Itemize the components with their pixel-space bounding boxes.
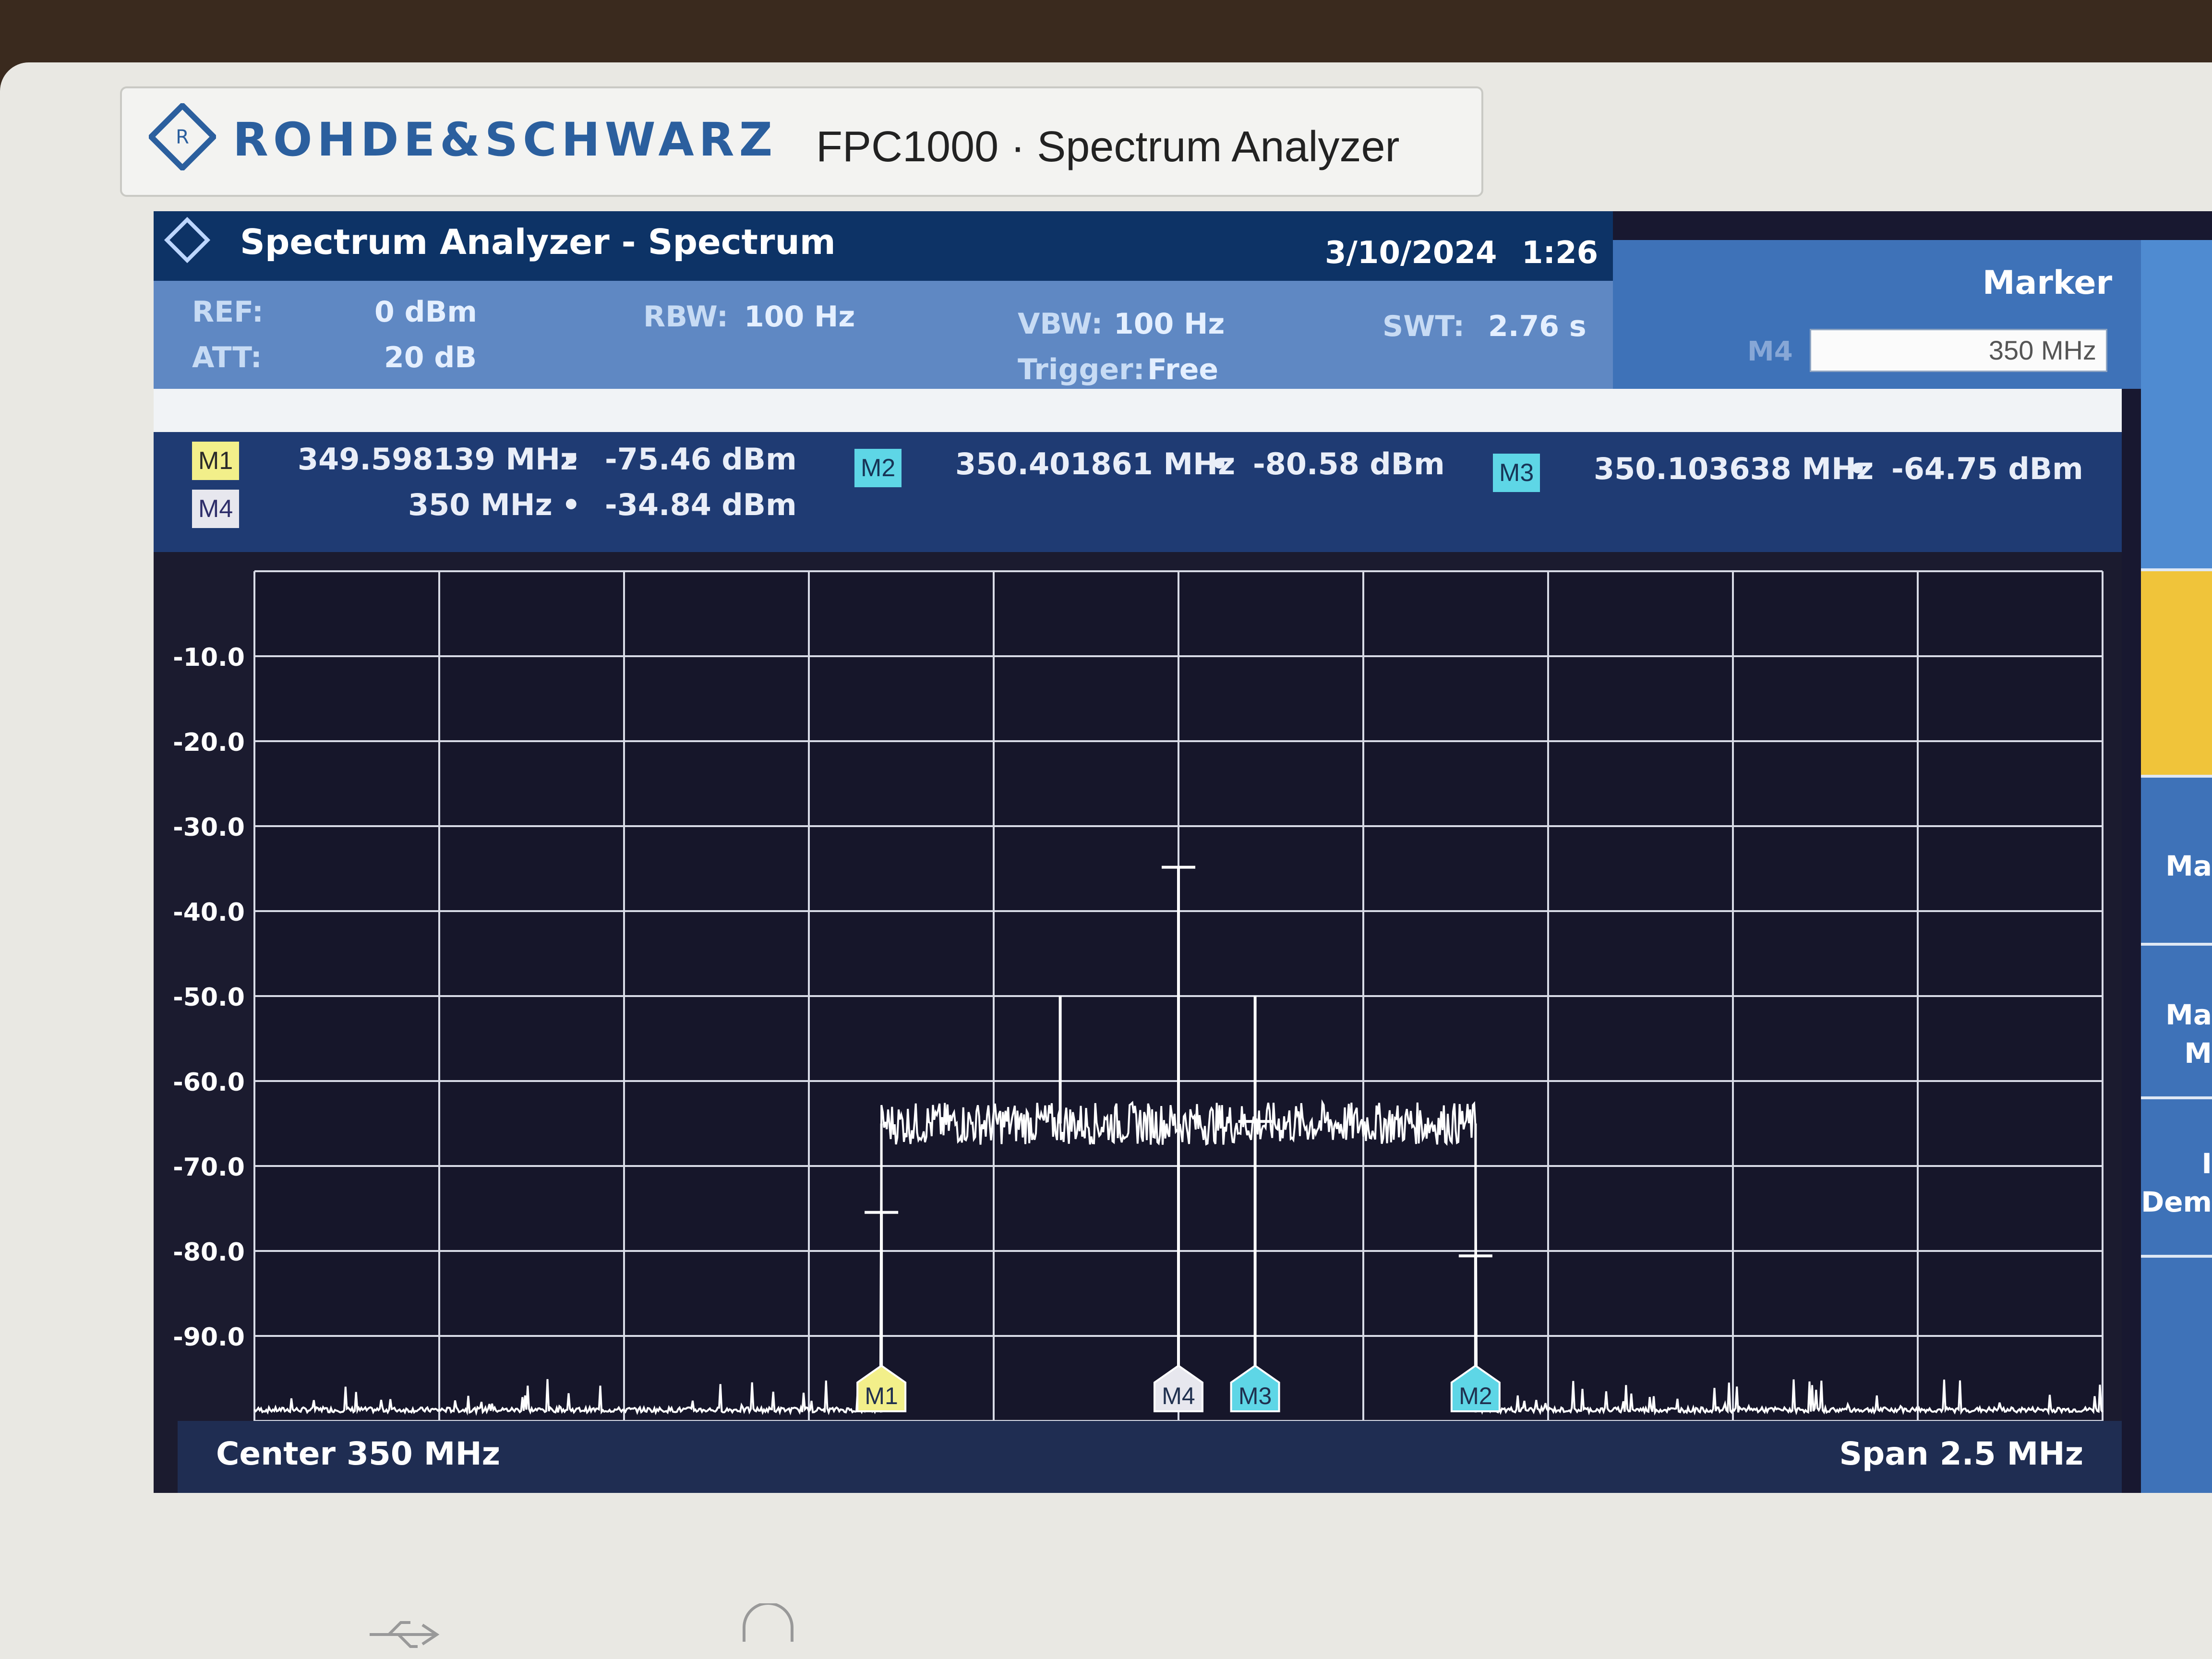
marker-table-m2-tag[interactable]: M2: [854, 449, 902, 487]
ref-label: REF:: [192, 295, 264, 329]
marker-table-m2-sep: •: [1210, 446, 1229, 481]
softkey-2[interactable]: [2141, 571, 2212, 778]
softkey-4-label-a: Ma: [2165, 998, 2212, 1031]
y-tick-label: -40.0: [173, 898, 245, 927]
app-title: Spectrum Analyzer - Spectrum: [240, 222, 836, 262]
time-display: 1:26: [1522, 235, 1599, 271]
y-tick-label: -70.0: [173, 1153, 245, 1182]
marker-table-m4-tag[interactable]: M4: [192, 490, 240, 528]
title-bar: Spectrum Analyzer - Spectrum 3/10/2024 1…: [154, 211, 1613, 281]
usb-icon: [370, 1621, 440, 1648]
marker-flag-label-m1: M1: [865, 1382, 898, 1409]
y-tick-label: -60.0: [173, 1068, 245, 1097]
marker-table: M1 349.598139 MHz • -75.46 dBm M2 350.40…: [154, 432, 2122, 552]
y-tick-label: -20.0: [173, 728, 245, 757]
marker-table-m1-level: -75.46 dBm: [605, 442, 797, 477]
y-tick-label: -30.0: [173, 813, 245, 842]
att-label: ATT:: [192, 341, 262, 374]
marker-flag-label-m3: M3: [1238, 1382, 1272, 1409]
app-logo-icon: [164, 216, 211, 264]
softkey-1[interactable]: [2141, 240, 2212, 571]
marker-table-m1-sep: •: [562, 442, 581, 477]
swt-label: SWT:: [1382, 310, 1465, 343]
softkey-6[interactable]: [2141, 1258, 2212, 1493]
marker-table-m2-freq: 350.401861 MHz: [955, 446, 1236, 481]
marker-table-m4-level: -34.84 dBm: [605, 487, 797, 522]
rbw-label: RBW:: [643, 300, 728, 334]
spectrum-plot-area[interactable]: -10.0 -20.0 -30.0 -40.0 -50.0 -60.0 -70.0 -80.0…: [154, 552, 2122, 1493]
softkey-5-label-a: I: [2201, 1147, 2212, 1180]
brand-name: ROHDE&SCHWARZ: [233, 113, 778, 167]
softkey-4[interactable]: Ma M: [2141, 946, 2212, 1099]
headphone-icon: [743, 1603, 793, 1642]
marker-table-m3-level: -64.75 dBm: [1891, 451, 2083, 486]
vbw-value: 100 Hz: [1114, 307, 1225, 341]
softkey-3[interactable]: Ma: [2141, 778, 2212, 946]
marker-table-m4-sep: •: [562, 487, 581, 522]
att-value: 20 dB: [384, 341, 477, 374]
trigger-label: Trigger:: [1018, 353, 1145, 386]
swt-value: 2.76 s: [1488, 310, 1587, 343]
model-name: FPC1000 · Spectrum Analyzer: [816, 123, 1400, 171]
center-frequency[interactable]: Center 350 MHz: [216, 1435, 500, 1472]
marker-table-m3-freq: 350.103638 MHz: [1594, 451, 1874, 486]
vbw-label: VBW:: [1018, 307, 1103, 341]
y-tick-label: -50.0: [173, 983, 245, 1012]
frequency-span[interactable]: Span 2.5 MHz: [1839, 1435, 2083, 1472]
marker-field-label: M4: [1747, 336, 1793, 367]
marker-table-m2-level: -80.58 dBm: [1253, 446, 1445, 481]
softkey-4-label-b: M: [2184, 1037, 2212, 1070]
softkey-bar: Ma Ma M I Dem: [2141, 240, 2212, 1493]
softkey-5-label-b: Dem: [2141, 1186, 2212, 1218]
marker-flag-label-m2: M2: [1459, 1382, 1492, 1409]
date-display: 3/10/2024: [1325, 235, 1497, 271]
status-strip: [154, 389, 2122, 432]
marker-flag-label-m4: M4: [1162, 1382, 1195, 1409]
marker-table-m1-freq: 349.598139 MHz: [298, 442, 578, 477]
y-tick-label: -10.0: [173, 643, 245, 672]
svg-text:R: R: [176, 126, 189, 148]
marker-table-m3-tag[interactable]: M3: [1493, 454, 1540, 492]
trigger-value: Free: [1147, 353, 1219, 386]
softkey-5[interactable]: I Dem: [2141, 1099, 2212, 1258]
rbw-value: 100 Hz: [744, 300, 855, 334]
y-tick-label: -90.0: [173, 1323, 245, 1352]
marker-table-m4-freq: 350 MHz: [408, 487, 553, 522]
frequency-footer: Center 350 MHz Span 2.5 MHz: [178, 1421, 2122, 1493]
analyzer-screen: Spectrum Analyzer - Spectrum 3/10/2024 1…: [154, 211, 2212, 1493]
ref-value: 0 dBm: [374, 295, 477, 329]
marker-menu-title: Marker: [1982, 264, 2112, 302]
marker-menu-panel: Marker M4 350 MHz: [1613, 240, 2141, 389]
spectrum-chart[interactable]: -10.0 -20.0 -30.0 -40.0 -50.0 -60.0 -70.0 -80.0…: [154, 552, 2122, 1493]
softkey-3-label: Ma: [2165, 850, 2212, 882]
measurement-settings-panel[interactable]: REF: 0 dBm ATT: 20 dB RBW: 100 Hz VBW: 1…: [154, 281, 1613, 389]
y-tick-label: -80.0: [173, 1238, 245, 1267]
marker-frequency-input[interactable]: 350 MHz: [1810, 329, 2107, 372]
marker-table-m1-tag[interactable]: M1: [192, 442, 240, 480]
rohde-schwarz-logo-icon: R: [149, 103, 216, 170]
marker-table-m3-sep: •: [1848, 451, 1867, 486]
